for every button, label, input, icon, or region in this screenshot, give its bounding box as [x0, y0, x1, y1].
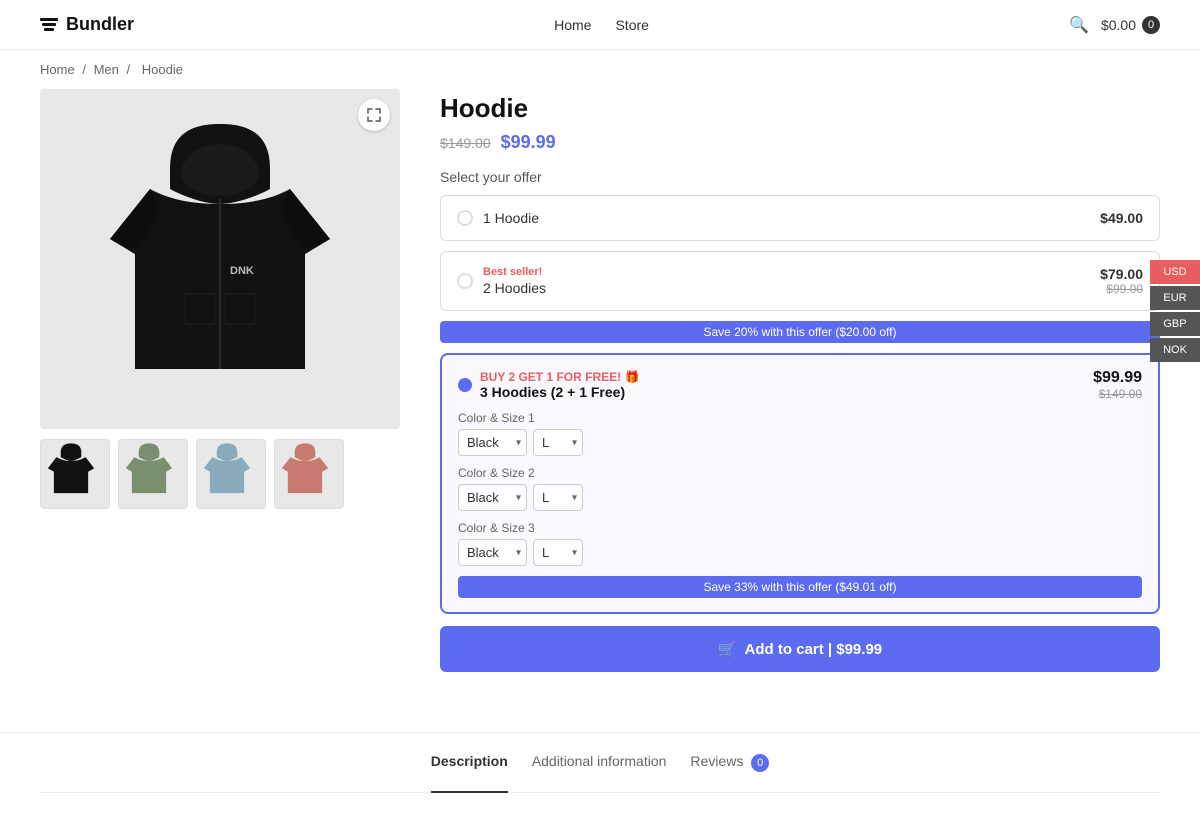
offer-2-price: $79.00: [1100, 266, 1143, 282]
thumbnail-green[interactable]: [118, 439, 188, 509]
offer-1-card[interactable]: 1 Hoodie $49.00: [440, 195, 1160, 241]
color-size-group-3: Color & Size 3 Black Green Blue Pink XS: [458, 521, 1142, 566]
price-original: $149.00: [440, 135, 491, 151]
logo-text: Bundler: [66, 14, 134, 35]
currency-usd[interactable]: USD: [1150, 260, 1200, 284]
offer-1-price: $49.00: [1100, 210, 1143, 226]
tab-description[interactable]: Description: [431, 753, 508, 793]
header-right: 🔍 $0.00 0: [1069, 15, 1160, 35]
image-area: DNK: [40, 89, 400, 672]
thumbnail-pink[interactable]: [274, 439, 344, 509]
price-row: $149.00 $99.99: [440, 132, 1160, 153]
currency-eur[interactable]: EUR: [1150, 286, 1200, 310]
select-offer-label: Select your offer: [440, 169, 1160, 185]
main-content: DNK: [0, 89, 1200, 712]
thumbnail-list: [40, 439, 400, 509]
nav-home[interactable]: Home: [554, 17, 591, 33]
currency-gbp[interactable]: GBP: [1150, 312, 1200, 336]
bundle-title: 3 Hoodies (2 + 1 Free): [480, 384, 1085, 400]
main-nav: Home Store: [554, 17, 649, 33]
size-select-3-wrap: XS S M L XL: [533, 539, 583, 566]
search-icon[interactable]: 🔍: [1069, 15, 1089, 35]
color-select-1-wrap: Black Green Blue Pink: [458, 429, 527, 456]
best-seller-badge: Best seller!: [483, 266, 546, 278]
breadcrumb: Home / Men / Hoodie: [0, 50, 1200, 89]
expand-button[interactable]: [358, 99, 390, 131]
thumbnail-black[interactable]: [40, 439, 110, 509]
offer-2-save-badge: Save 20% with this offer ($20.00 off): [440, 321, 1160, 343]
color-select-2[interactable]: Black Green Blue Pink: [458, 484, 527, 511]
reviews-count: 0: [751, 754, 769, 772]
bundle-card[interactable]: BUY 2 GET 1 FOR FREE! 🎁 3 Hoodies (2 + 1…: [440, 353, 1160, 614]
offer-2-label: 2 Hoodies: [483, 280, 546, 296]
product-tabs: Description Additional information Revie…: [40, 753, 1160, 793]
add-to-cart-label: Add to cart | $99.99: [745, 641, 883, 658]
logo[interactable]: Bundler: [40, 14, 134, 35]
thumbnail-blue[interactable]: [196, 439, 266, 509]
size-select-1[interactable]: XS S M L XL: [533, 429, 583, 456]
breadcrumb-current: Hoodie: [142, 62, 183, 77]
tabs-section: Description Additional information Revie…: [0, 732, 1200, 813]
color-size-2-label: Color & Size 2: [458, 466, 1142, 480]
breadcrumb-home[interactable]: Home: [40, 62, 75, 77]
offer-1-radio: [457, 210, 473, 226]
currency-nok[interactable]: NOK: [1150, 338, 1200, 362]
size-select-2-wrap: XS S M L XL: [533, 484, 583, 511]
color-select-1[interactable]: Black Green Blue Pink: [458, 429, 527, 456]
color-select-2-wrap: Black Green Blue Pink: [458, 484, 527, 511]
product-details: Hoodie $149.00 $99.99 Select your offer …: [440, 89, 1160, 672]
bundle-radio-dot: [458, 378, 472, 392]
cart-badge: 0: [1142, 16, 1160, 34]
bundle-save-badge: Save 33% with this offer ($49.01 off): [458, 576, 1142, 598]
bundle-price: $99.99: [1093, 369, 1142, 387]
tab-reviews[interactable]: Reviews 0: [690, 753, 769, 782]
price-sale: $99.99: [501, 132, 556, 153]
offer-2-radio: [457, 273, 473, 289]
color-size-group-2: Color & Size 2 Black Green Blue Pink XS: [458, 466, 1142, 511]
currency-sidebar: USD EUR GBP NOK: [1150, 260, 1200, 362]
tab-additional-info[interactable]: Additional information: [532, 753, 667, 782]
cart-button[interactable]: $0.00 0: [1101, 16, 1160, 34]
product-title: Hoodie: [440, 93, 1160, 124]
svg-text:DNK: DNK: [230, 265, 254, 277]
add-to-cart-button[interactable]: 🛒 Add to cart | $99.99: [440, 626, 1160, 672]
header: Bundler Home Store 🔍 $0.00 0: [0, 0, 1200, 50]
color-size-1-label: Color & Size 1: [458, 411, 1142, 425]
color-select-3-wrap: Black Green Blue Pink: [458, 539, 527, 566]
main-product-image: DNK: [40, 89, 400, 429]
cart-price: $0.00: [1101, 17, 1136, 33]
hoodie-image-svg: DNK: [80, 109, 360, 409]
color-size-3-label: Color & Size 3: [458, 521, 1142, 535]
size-select-1-wrap: XS S M L XL: [533, 429, 583, 456]
offer-2-original-price: $99.00: [1100, 282, 1143, 296]
size-select-2[interactable]: XS S M L XL: [533, 484, 583, 511]
bundle-price-original: $149.00: [1093, 387, 1142, 401]
logo-icon: [40, 18, 58, 31]
breadcrumb-men[interactable]: Men: [94, 62, 119, 77]
cart-icon: 🛒: [718, 640, 737, 658]
color-size-group-1: Color & Size 1 Black Green Blue Pink XS: [458, 411, 1142, 456]
offer-1-label: 1 Hoodie: [483, 210, 539, 226]
bundle-promo-text: BUY 2 GET 1 FOR FREE! 🎁: [480, 370, 1085, 384]
expand-icon: [367, 108, 381, 122]
offer-2-card[interactable]: Best seller! 2 Hoodies $79.00 $99.00: [440, 251, 1160, 311]
nav-store[interactable]: Store: [615, 17, 648, 33]
size-select-3[interactable]: XS S M L XL: [533, 539, 583, 566]
color-select-3[interactable]: Black Green Blue Pink: [458, 539, 527, 566]
